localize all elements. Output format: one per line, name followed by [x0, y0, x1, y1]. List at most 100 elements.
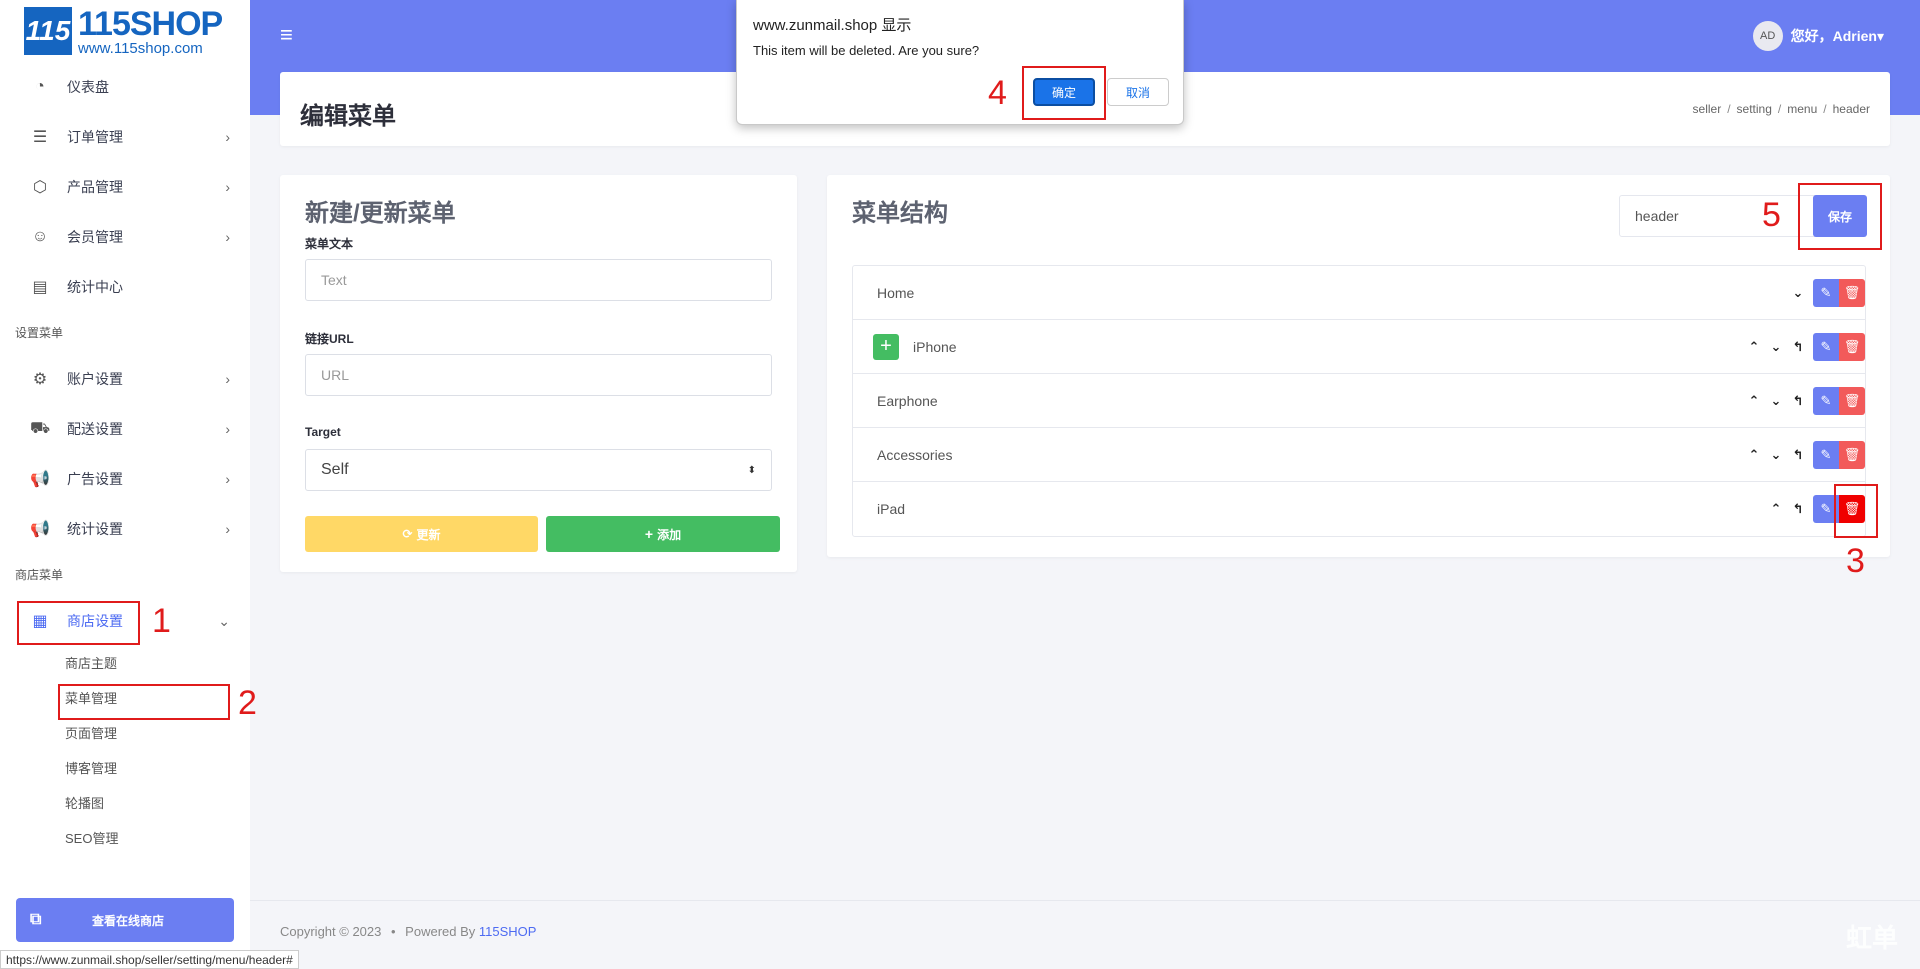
greeting: 您好， — [1790, 28, 1833, 44]
logo-mark: 115 — [24, 7, 72, 55]
outdent-icon[interactable]: ↰ — [1787, 447, 1809, 463]
annotation-box-1 — [17, 601, 140, 645]
box-icon: ⬡ — [33, 179, 47, 196]
plus-icon: + — [644, 526, 654, 542]
move-up-icon[interactable]: ⌃ — [1743, 447, 1765, 463]
outdent-icon[interactable]: ↰ — [1787, 501, 1809, 517]
annotation-number: 1 — [152, 602, 171, 640]
trash-icon[interactable]: 🗑 — [1839, 279, 1865, 307]
view-store-button[interactable]: ⧉ 查看在线商店 — [16, 898, 234, 942]
select-arrows-icon: ⬍ — [747, 464, 756, 476]
annotation-number: 2 — [238, 684, 257, 722]
move-up-icon[interactable]: ⌃ — [1743, 339, 1765, 355]
move-up-icon[interactable]: ⌃ — [1743, 393, 1765, 409]
list-item[interactable]: Earphone ⌃ ⌄ ↰ ✎ 🗑 — [853, 374, 1865, 428]
avatar: AD — [1752, 21, 1783, 51]
orders-icon: ☰ — [32, 129, 48, 146]
sub-item-pages[interactable]: 页面管理 — [0, 716, 250, 751]
sidebar-item-stats[interactable]: ▤ 统计中心 — [0, 262, 250, 312]
move-down-icon[interactable]: ⌄ — [1765, 339, 1787, 355]
footer: Copyright © 2023 • Powered By 115SHOP — [280, 924, 537, 939]
list-item[interactable]: Accessories ⌃ ⌄ ↰ ✎ 🗑 — [853, 428, 1865, 482]
menu-url-input[interactable]: URL — [305, 354, 772, 396]
dialog-message: This item will be deleted. Are you sure? — [753, 43, 980, 58]
outdent-icon[interactable]: ↰ — [1787, 393, 1809, 409]
breadcrumb-item[interactable]: setting — [1737, 102, 1772, 116]
sidebar-item-orders[interactable]: ☰ 订单管理 › — [0, 112, 250, 162]
chevron-right-icon: › — [225, 471, 230, 487]
annotation-number: 3 — [1846, 542, 1865, 580]
sub-item-seo[interactable]: SEO管理 — [0, 821, 250, 856]
sidebar-item-ads[interactable]: 📢 广告设置 › — [0, 454, 250, 504]
footer-brand-link[interactable]: 115SHOP — [479, 924, 537, 939]
add-button[interactable]: + 添加 — [546, 516, 780, 552]
chevron-down-icon: ⌄ — [218, 612, 230, 629]
sub-item-blog[interactable]: 博客管理 — [0, 751, 250, 786]
dialog-title: www.zunmail.shop 显示 — [753, 17, 912, 34]
list-item[interactable]: Home ⌄ ✎ 🗑 — [853, 266, 1865, 320]
external-link-icon: ⧉ — [30, 911, 42, 928]
move-down-icon[interactable]: ⌄ — [1787, 285, 1809, 301]
page-title: 编辑菜单 — [300, 103, 396, 130]
gear-icon: ⚙ — [32, 371, 48, 388]
menu-text-input[interactable]: Text — [305, 259, 772, 301]
user-menu[interactable]: AD 您好， Adrien ▾ — [1752, 21, 1884, 51]
section-shop: 商店菜单 — [15, 568, 64, 582]
annotation-box-3 — [1834, 484, 1878, 538]
chevron-right-icon: › — [225, 229, 230, 245]
sidebar-item-dashboard[interactable]: ◔ 仪表盘 — [0, 62, 250, 112]
chevron-right-icon: › — [225, 179, 230, 195]
menu-name-input[interactable]: header — [1619, 195, 1819, 237]
annotation-box-2 — [58, 684, 230, 720]
trash-icon[interactable]: 🗑 — [1839, 333, 1865, 361]
edit-icon[interactable]: ✎ — [1813, 441, 1839, 469]
trash-icon[interactable]: 🗑 — [1839, 441, 1865, 469]
sidebar-item-members[interactable]: ☺ 会员管理 › — [0, 212, 250, 262]
chevron-right-icon: › — [225, 421, 230, 437]
annotation-box-4 — [1022, 66, 1106, 120]
menu-toggle-icon[interactable]: ≡ — [280, 22, 293, 48]
breadcrumb-item: header — [1832, 102, 1870, 116]
sidebar-item-shipping[interactable]: ⛟ 配送设置 › — [0, 404, 250, 454]
list-item[interactable]: iPad ⌃ ↰ ✎ 🗑 — [853, 482, 1865, 536]
edit-icon[interactable]: ✎ — [1813, 387, 1839, 415]
caret-down-icon: ▾ — [1876, 27, 1884, 44]
target-value: Self — [321, 461, 349, 478]
logo-url: www.115shop.com — [78, 39, 203, 57]
edit-icon[interactable]: ✎ — [1813, 333, 1839, 361]
watermark: 虹单 — [1845, 923, 1898, 953]
sidebar-item-stat-settings[interactable]: 📢 统计设置 › — [0, 504, 250, 554]
section-settings: 设置菜单 — [15, 326, 64, 340]
form-title: 新建/更新菜单 — [305, 200, 456, 227]
edit-icon[interactable]: ✎ — [1813, 279, 1839, 307]
list-item[interactable]: + iPhone ⌃ ⌄ ↰ ✎ 🗑 — [853, 320, 1865, 374]
expand-plus-icon[interactable]: + — [873, 333, 899, 360]
structure-title: 菜单结构 — [852, 200, 948, 227]
target-select[interactable]: Self ⬍ — [305, 449, 772, 491]
sidebar-item-products[interactable]: ⬡ 产品管理 › — [0, 162, 250, 212]
text-label: 菜单文本 — [305, 237, 354, 251]
confirm-cancel-button[interactable]: 取消 — [1107, 78, 1169, 106]
url-label: 链接URL — [305, 332, 354, 346]
move-up-icon[interactable]: ⌃ — [1765, 501, 1787, 517]
annotation-number: 4 — [988, 74, 1007, 112]
sidebar-item-account[interactable]: ⚙ 账户设置 › — [0, 354, 250, 404]
menu-list: Home ⌄ ✎ 🗑 + iPhone ⌃ ⌄ ↰ ✎ 🗑 Earphone ⌃… — [852, 265, 1866, 537]
footer-divider — [250, 900, 1920, 901]
move-down-icon[interactable]: ⌄ — [1765, 447, 1787, 463]
megaphone-icon: 📢 — [30, 521, 50, 538]
menu-form-card: 新建/更新菜单 菜单文本 Text 链接URL URL Target Self … — [280, 175, 797, 572]
trash-icon[interactable]: 🗑 — [1839, 387, 1865, 415]
chevron-right-icon: › — [225, 371, 230, 387]
update-button[interactable]: ⟳ 更新 — [305, 516, 538, 552]
stats-icon: ▤ — [32, 279, 48, 296]
breadcrumb-item[interactable]: menu — [1787, 102, 1817, 116]
move-down-icon[interactable]: ⌄ — [1765, 393, 1787, 409]
outdent-icon[interactable]: ↰ — [1787, 339, 1809, 355]
sub-item-carousel[interactable]: 轮播图 — [0, 786, 250, 821]
sub-item-theme[interactable]: 商店主题 — [0, 646, 250, 681]
logo[interactable]: 115 115SHOP www.115shop.com — [0, 0, 250, 62]
breadcrumb-item[interactable]: seller — [1693, 102, 1722, 116]
truck-icon: ⛟ — [29, 420, 51, 437]
confirm-dialog: www.zunmail.shop 显示 This item will be de… — [736, 0, 1184, 125]
